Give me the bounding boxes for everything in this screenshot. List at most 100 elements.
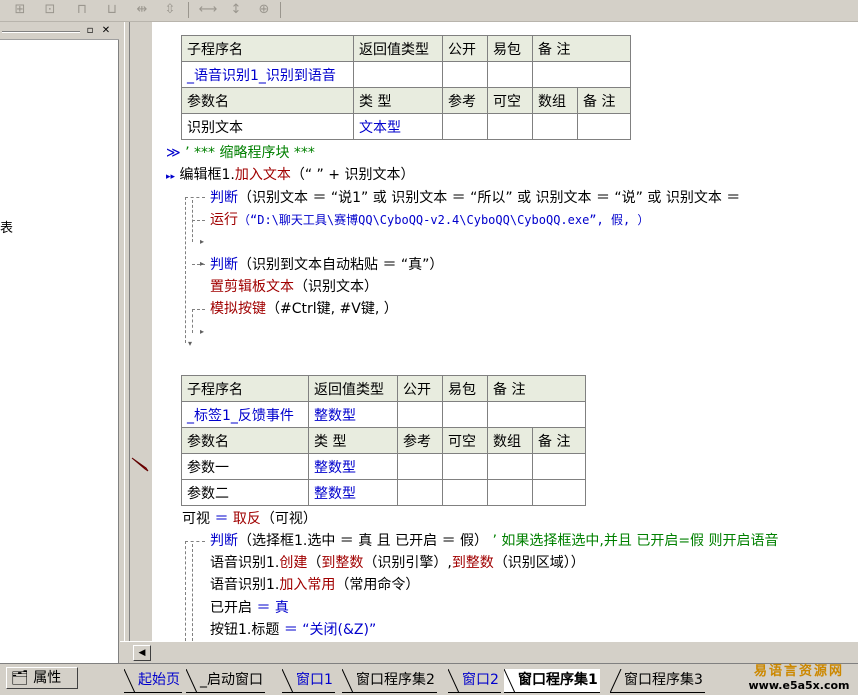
tab-label: 起始页 <box>138 672 180 688</box>
param-ref-cell[interactable] <box>397 453 443 480</box>
header-cell: 可空 <box>442 427 488 454</box>
left-panel: ▫ ✕ 表 <box>0 22 119 663</box>
same-width-icon[interactable]: ⟷ <box>198 1 218 19</box>
same-height-icon[interactable]: ↕ <box>226 1 246 19</box>
code-line[interactable]: 已开启 ＝ 真 <box>210 598 289 618</box>
code-line[interactable]: 模拟按键（#Ctrl键, #V键, ） <box>210 299 398 319</box>
param-name[interactable]: 参数一 <box>181 453 309 480</box>
param-array-cell[interactable] <box>487 479 533 506</box>
collapsed-marker-icon[interactable]: ≫ <box>166 145 181 161</box>
header-cell: 类 型 <box>308 427 398 454</box>
align-top-icon[interactable]: ⊓ <box>72 1 92 19</box>
param-nullable-cell[interactable] <box>442 479 488 506</box>
code-line[interactable]: 语音识别1.加入常用（常用命令） <box>210 575 419 595</box>
scroll-left-icon[interactable]: ◀ <box>133 645 151 661</box>
remark-cell[interactable] <box>487 401 586 428</box>
param-array-cell[interactable] <box>487 453 533 480</box>
code-line[interactable]: 按钮1.标题 ＝ “关闭(&Z)” <box>210 620 376 640</box>
header-cell: 公开 <box>397 375 443 402</box>
code-keyword: 判断 <box>210 190 238 206</box>
code-line[interactable]: 置剪辑板文本（识别文本） <box>210 277 378 297</box>
editor-gutter <box>120 22 152 641</box>
code-line[interactable]: ▸▸ 编辑框1.加入文本（“ ” + 识别文本） <box>166 165 414 187</box>
same-size-icon[interactable]: ⊕ <box>254 1 274 19</box>
tab-window-2[interactable]: 窗口2 <box>448 669 501 693</box>
code-args: （“D:\聊天工具\赛博QQ\CyboQQ-v2.4\CyboQQ\CyboQQ… <box>238 213 650 227</box>
param-type[interactable]: 整数型 <box>308 479 398 506</box>
code-comment: ’ *** 缩略程序块 *** <box>185 145 315 161</box>
code-line[interactable]: 判断（识别到文本自动粘贴 ＝ “真”） <box>210 255 443 275</box>
param-remark-cell[interactable] <box>532 453 586 480</box>
public-cell[interactable] <box>442 61 488 88</box>
return-type-cell[interactable] <box>353 61 443 88</box>
space-vertical-icon[interactable]: ⇳ <box>160 1 180 19</box>
left-panel-header: ▫ ✕ <box>0 22 119 40</box>
remark-cell[interactable] <box>532 61 631 88</box>
public-cell[interactable] <box>397 401 443 428</box>
param-nullable-cell[interactable] <box>487 113 533 140</box>
param-type[interactable]: 文本型 <box>353 113 443 140</box>
code-object: 编辑框1. <box>179 167 235 183</box>
code-variable: 已开启 <box>210 600 252 616</box>
subroutine-table-1: 子程序名 返回值类型 公开 易包 备 注 _语音识别1_识别到语音 参数名 类 … <box>181 35 631 140</box>
align-grid-icon[interactable]: ⊞ <box>10 1 30 19</box>
easy-package-cell[interactable] <box>442 401 488 428</box>
code-line[interactable]: 语音识别1.创建（到整数（识别引擎）,到整数（识别区域）） <box>210 553 585 573</box>
subroutine-name[interactable]: _语音识别1_识别到语音 <box>181 61 354 88</box>
param-name[interactable]: 参数二 <box>181 479 309 506</box>
properties-label: 属性 <box>33 670 62 686</box>
code-object: 语音识别1. <box>210 555 280 571</box>
code-args: （识别区域）） <box>493 555 585 571</box>
properties-button[interactable]: 🗂 属性 <box>6 667 78 689</box>
param-ref-cell[interactable] <box>397 479 443 506</box>
tab-window-module-3[interactable]: 窗口程序集3 <box>610 669 705 693</box>
code-args: （可视） <box>260 511 317 527</box>
code-line[interactable]: 判断（识别文本 ＝ “说1” 或 识别文本 ＝ “所以” 或 识别文本 ＝ “说… <box>210 188 740 208</box>
tab-label: 窗口程序集2 <box>356 672 435 688</box>
space-horizontal-icon[interactable]: ⇹ <box>132 1 152 19</box>
easy-package-cell[interactable] <box>487 61 533 88</box>
tab-startup-window[interactable]: _启动窗口 <box>186 669 265 693</box>
properties-icon: 🗂 <box>11 670 29 686</box>
code-args: （#Ctrl键, #V键, ） <box>266 301 398 317</box>
tab-label: 窗口程序集1 <box>518 672 598 688</box>
header-cell: 易包 <box>442 375 488 402</box>
tab-window-module-1[interactable]: 窗口程序集1 <box>504 669 600 693</box>
param-type[interactable]: 整数型 <box>308 453 398 480</box>
header-cell: 数组 <box>532 87 578 114</box>
param-remark-cell[interactable] <box>577 113 631 140</box>
return-type-cell[interactable]: 整数型 <box>308 401 398 428</box>
close-icon[interactable]: ✕ <box>100 25 112 37</box>
code-command: 到整数 <box>321 555 364 571</box>
code-object: 语音识别1. <box>210 577 280 593</box>
align-center-icon[interactable]: ⊡ <box>40 1 60 19</box>
header-cell: 公开 <box>442 35 488 62</box>
restore-icon[interactable]: ▫ <box>84 25 96 37</box>
table-row: _语音识别1_识别到语音 <box>181 61 631 88</box>
tab-window-1[interactable]: 窗口1 <box>282 669 335 693</box>
code-line[interactable]: 可视 ＝ 取反（可视） <box>182 509 317 529</box>
tab-label: 窗口程序集3 <box>624 672 703 688</box>
code-line[interactable]: 运行（“D:\聊天工具\赛博QQ\CyboQQ-v2.4\CyboQQ\Cybo… <box>210 210 649 230</box>
tab-start-page[interactable]: 起始页 <box>124 669 182 693</box>
param-array-cell[interactable] <box>532 113 578 140</box>
param-nullable-cell[interactable] <box>442 453 488 480</box>
param-name[interactable]: 识别文本 <box>181 113 354 140</box>
code-variable: 按钮1.标题 <box>210 622 280 638</box>
code-line[interactable]: 判断（选择框1.选中 ＝ 真 且 已开启 ＝ 假） ’ 如果选择框选中,并且 已… <box>210 531 779 551</box>
subroutine-name[interactable]: _标签1_反馈事件 <box>181 401 309 428</box>
param-remark-cell[interactable] <box>532 479 586 506</box>
code-args: （识别到文本自动粘贴 ＝ “真”） <box>238 257 444 273</box>
code-value: ＝ “关闭(&Z)” <box>283 622 377 638</box>
header-cell: 参数名 <box>181 427 309 454</box>
code-editor[interactable]: 子程序名 返回值类型 公开 易包 备 注 _语音识别1_识别到语音 参数名 类 … <box>152 22 858 641</box>
align-bottom-icon[interactable]: ⊔ <box>102 1 122 19</box>
table-row: _标签1_反馈事件 整数型 <box>181 401 586 428</box>
table-row: 参数二 整数型 <box>181 479 586 506</box>
code-keyword: 判断 <box>210 257 238 273</box>
tab-label: 窗口2 <box>462 672 499 688</box>
flow-arrow-icon: ▸ <box>200 327 205 336</box>
param-ref-cell[interactable] <box>442 113 488 140</box>
tab-window-module-2[interactable]: 窗口程序集2 <box>342 669 437 693</box>
code-line[interactable]: ≫ ’ *** 缩略程序块 *** <box>166 143 315 163</box>
